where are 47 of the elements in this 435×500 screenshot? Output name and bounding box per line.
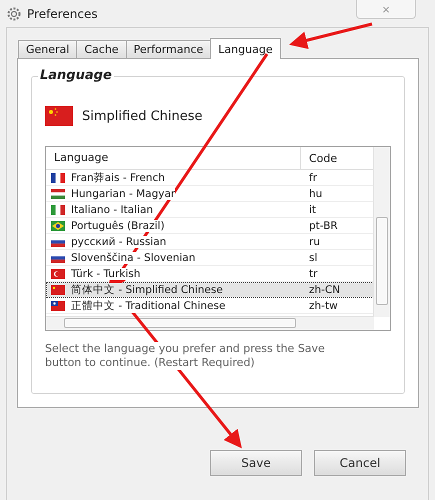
language-row[interactable]: Slovenščina - Slovenian sl <box>46 250 374 266</box>
language-name: русский - Russian <box>71 236 166 248</box>
language-row[interactable]: русский - Russian ru <box>46 234 374 250</box>
flag-icon <box>51 172 65 182</box>
window-title: Preferences <box>27 6 98 20</box>
flag-icon <box>51 268 65 278</box>
language-name: Türk - Turkish <box>71 268 140 280</box>
language-name: Hungarian - Magyar <box>71 188 176 200</box>
horizontal-scrollbar[interactable] <box>46 316 374 330</box>
language-code: it <box>309 204 316 216</box>
flag-icon <box>51 220 65 230</box>
flag-icon <box>51 284 65 294</box>
language-code: zh-CN <box>309 284 340 296</box>
flag-icon <box>51 300 65 310</box>
gear-icon <box>6 6 22 22</box>
language-code: zh-tw <box>309 300 338 312</box>
column-header[interactable]: Language <box>46 147 301 169</box>
tab[interactable]: Performance <box>126 40 212 58</box>
vertical-scrollbar[interactable] <box>373 147 390 317</box>
language-code: sl <box>309 252 318 264</box>
dialog-button[interactable]: Cancel <box>314 450 406 476</box>
column-header[interactable]: Code <box>301 152 338 164</box>
tab[interactable]: Cache <box>76 40 127 58</box>
language-name: Português (Brazil) <box>71 220 165 232</box>
tab[interactable]: General <box>18 40 78 58</box>
group-title: Language <box>38 68 114 83</box>
dialog-button[interactable]: Save <box>210 450 302 476</box>
language-row[interactable]: Hungarian - Magyar hu <box>46 186 374 202</box>
language-row[interactable]: 简体中文 - Simplified Chinese zh-CN <box>46 282 374 298</box>
tab[interactable]: Language <box>210 38 281 59</box>
current-language: Simplified Chinese <box>82 108 203 124</box>
language-name: 正體中文 - Traditional Chinese <box>71 298 226 312</box>
language-row[interactable]: Fran莽ais - French fr <box>46 170 374 186</box>
language-row[interactable]: Português (Brazil) pt-BR <box>46 218 374 234</box>
language-row[interactable]: Italiano - Italian it <box>46 202 374 218</box>
language-code: fr <box>309 172 318 184</box>
language-code: hu <box>309 188 322 200</box>
language-name: 简体中文 - Simplified Chinese <box>71 282 223 296</box>
language-row[interactable]: 正體中文 - Traditional Chinese zh-tw <box>46 298 374 314</box>
flag-icon <box>45 106 73 126</box>
flag-icon <box>51 188 65 198</box>
flag-icon <box>51 204 65 214</box>
language-code: pt-BR <box>309 220 338 232</box>
language-name: Slovenščina - Slovenian <box>71 252 196 264</box>
language-name: Italiano - Italian <box>71 204 154 216</box>
language-code: tr <box>309 268 318 280</box>
language-name: Fran莽ais - French <box>71 170 165 184</box>
